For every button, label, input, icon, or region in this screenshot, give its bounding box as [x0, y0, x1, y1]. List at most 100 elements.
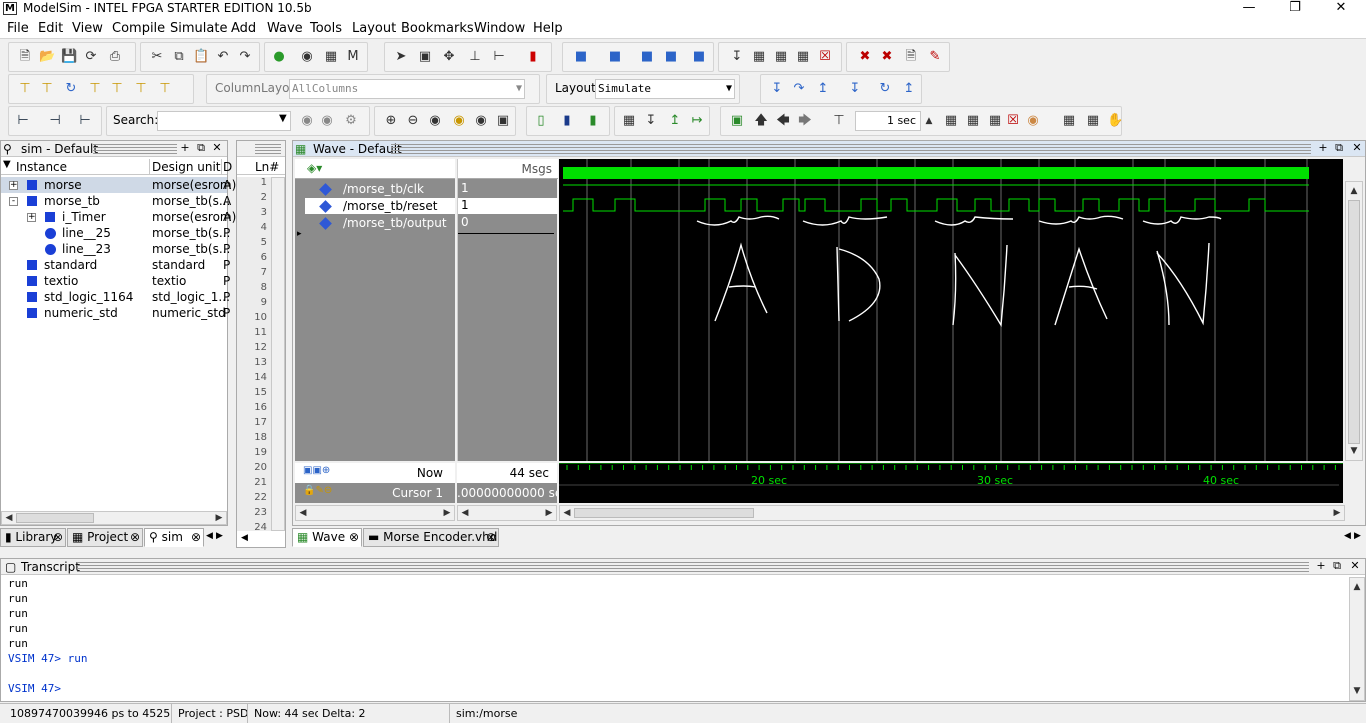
undock-icon[interactable]: ⧉: [1331, 559, 1343, 573]
menu-wave[interactable]: Wave: [267, 21, 303, 36]
search-options-icon[interactable]: ⚙: [343, 113, 359, 129]
close-icon[interactable]: ✕: [211, 141, 223, 155]
collapse-icon[interactable]: -: [9, 197, 18, 206]
transcript-output[interactable]: run run run run run VSIM 47> run VSIM 47…: [1, 577, 1345, 697]
calculator-icon[interactable]: ▦: [751, 49, 767, 65]
run-icon[interactable]: ⊤: [133, 81, 149, 97]
menu-help[interactable]: Help: [533, 21, 563, 36]
run-icon[interactable]: ▦: [943, 113, 959, 129]
horizontal-scrollbar[interactable]: ◀ ▶: [1, 511, 227, 525]
close-icon[interactable]: ⊗: [191, 529, 201, 546]
find-binoculars-icon[interactable]: ◉: [299, 49, 315, 65]
signal-reset[interactable]: /morse_tb/reset: [305, 198, 455, 214]
scroll-left-icon[interactable]: ◀: [296, 506, 310, 520]
expand-icon[interactable]: +: [9, 181, 18, 190]
step-down-icon[interactable]: ↧: [847, 81, 863, 97]
tree-row-morse[interactable]: + morse morse(esrom) A: [1, 177, 236, 193]
scroll-thumb[interactable]: [16, 513, 94, 523]
wave-list-icon[interactable]: ◈▾: [307, 161, 322, 175]
edge-fall-icon[interactable]: ↧: [643, 113, 659, 129]
tab-scroll-left-icon[interactable]: ◀: [206, 531, 213, 541]
menu-bookmarks[interactable]: Bookmarks: [401, 21, 474, 36]
tree-row-textio[interactable]: textio textio P: [1, 273, 230, 289]
step-back-icon[interactable]: ⊤: [87, 81, 103, 97]
step-icon[interactable]: ↧: [729, 49, 745, 65]
drag-grip[interactable]: [93, 144, 177, 154]
print-icon[interactable]: ⎙: [107, 49, 123, 65]
edge-rise-icon[interactable]: ↥: [667, 113, 683, 129]
column-layout-select[interactable]: AllColumns ▼: [289, 79, 525, 99]
column-design-unit[interactable]: Design unit: [149, 159, 221, 175]
zoom-in-icon[interactable]: ⊕: [383, 113, 399, 129]
tab-sim[interactable]: ⚲ sim ⊗: [144, 528, 204, 547]
values-hscrollbar[interactable]: ◀ ▶: [457, 505, 557, 521]
tab-scroll-left-icon[interactable]: ◀: [1344, 531, 1351, 541]
transcript-prompt[interactable]: VSIM 47>: [8, 682, 61, 695]
hand-icon[interactable]: ✋: [1107, 113, 1123, 129]
menu-compile[interactable]: Compile: [112, 21, 165, 36]
scroll-left-icon[interactable]: ◀: [2, 511, 16, 525]
right-arrow-icon[interactable]: 🡆: [797, 113, 813, 129]
new-file-icon[interactable]: 🗎: [17, 49, 33, 65]
undock-icon[interactable]: ⧉: [195, 141, 207, 155]
edge-grid-icon[interactable]: ▦: [621, 113, 637, 129]
edge-icon[interactable]: ⊥: [467, 49, 483, 65]
paste-icon[interactable]: 📋: [193, 49, 209, 65]
scroll-up-icon[interactable]: ▲: [1347, 184, 1361, 198]
add-icon[interactable]: +: [1317, 141, 1329, 155]
column-instance[interactable]: Instance: [16, 160, 67, 174]
zoom-region-icon[interactable]: ▣: [417, 49, 433, 65]
menu-simulate[interactable]: Simulate: [170, 21, 227, 36]
undock-icon[interactable]: ⧉: [1333, 141, 1345, 155]
continue-run-icon[interactable]: ▦: [965, 113, 981, 129]
menu-file[interactable]: File: [7, 21, 29, 36]
stop-icon[interactable]: ◉: [1025, 113, 1041, 129]
collapse-icon[interactable]: ▦: [323, 49, 339, 65]
memory-icon[interactable]: ▦: [1085, 113, 1101, 129]
menu-edit[interactable]: Edit: [38, 21, 63, 36]
scroll-right-icon[interactable]: ▶: [542, 506, 556, 520]
names-hscrollbar[interactable]: ◀ ▶: [295, 505, 455, 521]
compile-out-of-date-icon[interactable]: ■: [639, 49, 655, 65]
select-pointer-icon[interactable]: ➤: [393, 49, 409, 65]
tab-project[interactable]: ▦ Project ⊗: [67, 528, 143, 547]
add-circle-icon[interactable]: ●: [271, 49, 287, 65]
wave-block-icon[interactable]: ▮: [559, 113, 575, 129]
tree-row-numeric-std[interactable]: numeric_std numeric_std P: [1, 305, 230, 321]
scroll-thumb[interactable]: [1348, 200, 1360, 444]
drag-grip[interactable]: [255, 144, 281, 154]
restart-icon[interactable]: ↻: [877, 81, 893, 97]
close-icon[interactable]: ⊗: [486, 529, 496, 546]
copy-icon[interactable]: ⧉: [171, 49, 187, 65]
drag-grip[interactable]: [391, 144, 1311, 154]
transcript-scrollbar[interactable]: ▲ ▼: [1349, 577, 1365, 701]
pencil-icon[interactable]: ✎: [927, 49, 943, 65]
waveform-canvas[interactable]: [559, 159, 1343, 461]
spinner-icon[interactable]: ▲: [921, 113, 937, 129]
scroll-right-icon[interactable]: ▶: [1330, 506, 1344, 520]
sort-icon[interactable]: ▼: [3, 159, 11, 170]
undo-icon[interactable]: ↶: [215, 49, 231, 65]
delete-table-icon[interactable]: ☒: [817, 49, 833, 65]
minimize-icon[interactable]: —: [1226, 0, 1272, 18]
tab-library[interactable]: ▮ Library ⊗: [0, 528, 66, 547]
pan-move-icon[interactable]: ✥: [441, 49, 457, 65]
column-d[interactable]: D: [221, 159, 232, 175]
add-icon[interactable]: +: [179, 141, 191, 155]
reload-icon[interactable]: ⟳: [83, 49, 99, 65]
tree-row-line-25[interactable]: line__25 morse_tb(s... P: [1, 225, 230, 241]
scroll-left-icon[interactable]: ◀: [241, 533, 248, 543]
step-over-icon[interactable]: ⊤: [39, 81, 55, 97]
scroll-down-icon[interactable]: ▼: [1347, 444, 1361, 458]
edge-any-icon[interactable]: ↦: [689, 113, 705, 129]
step-into-icon[interactable]: ⊤: [17, 81, 33, 97]
scroll-thumb[interactable]: [574, 508, 754, 518]
modelsim-m-icon[interactable]: M: [345, 49, 361, 65]
break-icon[interactable]: ▮: [525, 49, 541, 65]
menu-view[interactable]: View: [72, 21, 103, 36]
tree-row-std-logic-1164[interactable]: std_logic_1164 std_logic_1... P: [1, 289, 230, 305]
add-cursor-icon[interactable]: ▣▣⊕: [303, 465, 330, 476]
close-icon[interactable]: ⊗: [53, 529, 63, 546]
finish-icon[interactable]: ↥: [901, 81, 917, 97]
tree-row-morse-tb[interactable]: - morse_tb morse_tb(s... A: [1, 193, 231, 209]
